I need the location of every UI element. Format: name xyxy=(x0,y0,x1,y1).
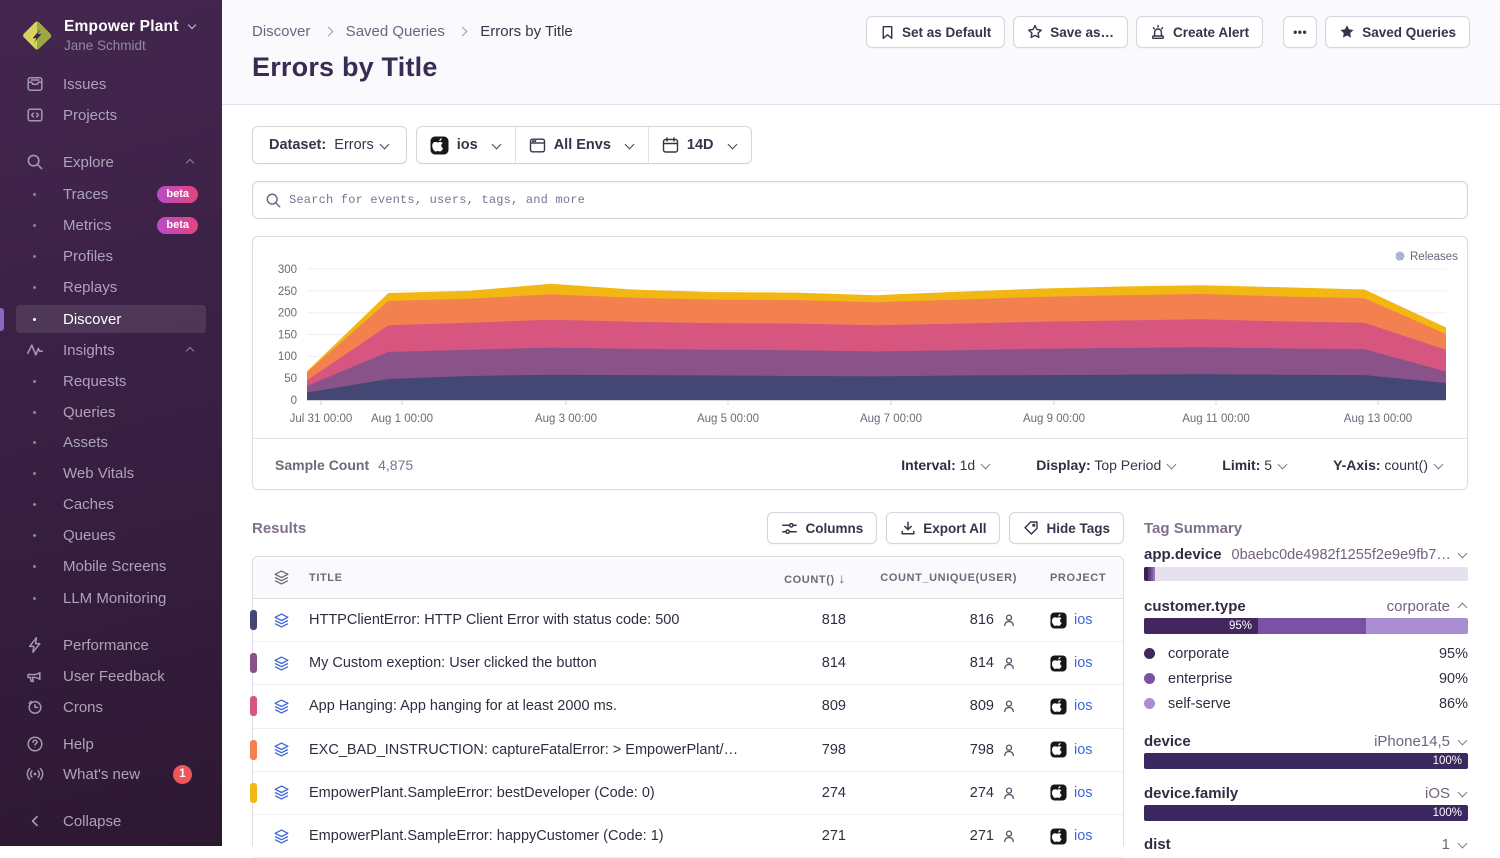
svg-text:Aug 1 00:00: Aug 1 00:00 xyxy=(371,413,433,425)
svg-text:Aug 7 00:00: Aug 7 00:00 xyxy=(860,413,922,425)
svg-text:200: 200 xyxy=(278,308,297,320)
svg-text:Aug 3 00:00: Aug 3 00:00 xyxy=(535,413,597,425)
svg-text:0: 0 xyxy=(291,395,297,407)
svg-text:50: 50 xyxy=(284,373,297,385)
svg-text:300: 300 xyxy=(278,264,297,276)
svg-text:Releases: Releases xyxy=(1410,251,1458,263)
svg-text:150: 150 xyxy=(278,330,297,342)
svg-text:Aug 5 00:00: Aug 5 00:00 xyxy=(697,413,759,425)
svg-text:Aug 9 00:00: Aug 9 00:00 xyxy=(1023,413,1085,425)
svg-text:Aug 13 00:00: Aug 13 00:00 xyxy=(1344,413,1412,425)
svg-text:100: 100 xyxy=(278,351,297,363)
svg-text:Jul 31 00:00: Jul 31 00:00 xyxy=(290,413,353,425)
svg-text:250: 250 xyxy=(278,286,297,298)
svg-text:Aug 11 00:00: Aug 11 00:00 xyxy=(1182,413,1250,425)
